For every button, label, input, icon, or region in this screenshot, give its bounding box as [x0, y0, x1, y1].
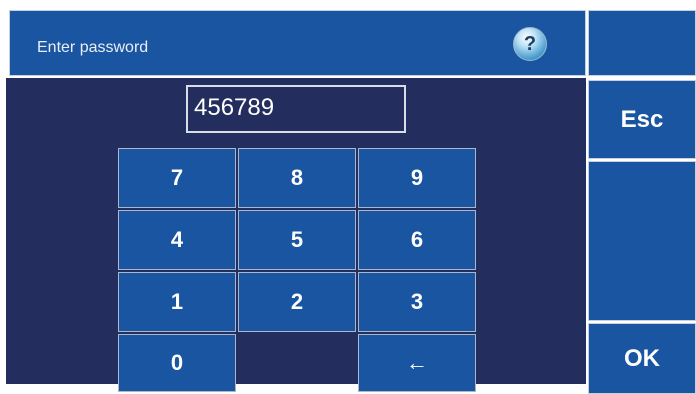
- ok-button[interactable]: OK: [588, 323, 696, 394]
- help-icon[interactable]: ?: [513, 27, 547, 61]
- key-7[interactable]: 7: [118, 148, 236, 208]
- password-field[interactable]: 456789: [186, 85, 406, 133]
- key-9[interactable]: 9: [358, 148, 476, 208]
- key-8[interactable]: 8: [238, 148, 356, 208]
- side-blank-top: [588, 10, 696, 76]
- key-4[interactable]: 4: [118, 210, 236, 270]
- dialog-title: Enter password: [37, 39, 149, 56]
- side-blank-middle: [588, 161, 696, 321]
- key-3[interactable]: 3: [358, 272, 476, 332]
- backspace-button[interactable]: ←: [358, 334, 476, 392]
- key-6[interactable]: 6: [358, 210, 476, 270]
- esc-button[interactable]: Esc: [588, 80, 696, 159]
- question-mark-icon: ?: [523, 32, 537, 55]
- key-0[interactable]: 0: [118, 334, 236, 392]
- key-1[interactable]: 1: [118, 272, 236, 332]
- left-arrow-icon: ←: [406, 350, 428, 375]
- title-bar: Enter password ?: [9, 10, 586, 76]
- key-5[interactable]: 5: [238, 210, 356, 270]
- key-2[interactable]: 2: [238, 272, 356, 332]
